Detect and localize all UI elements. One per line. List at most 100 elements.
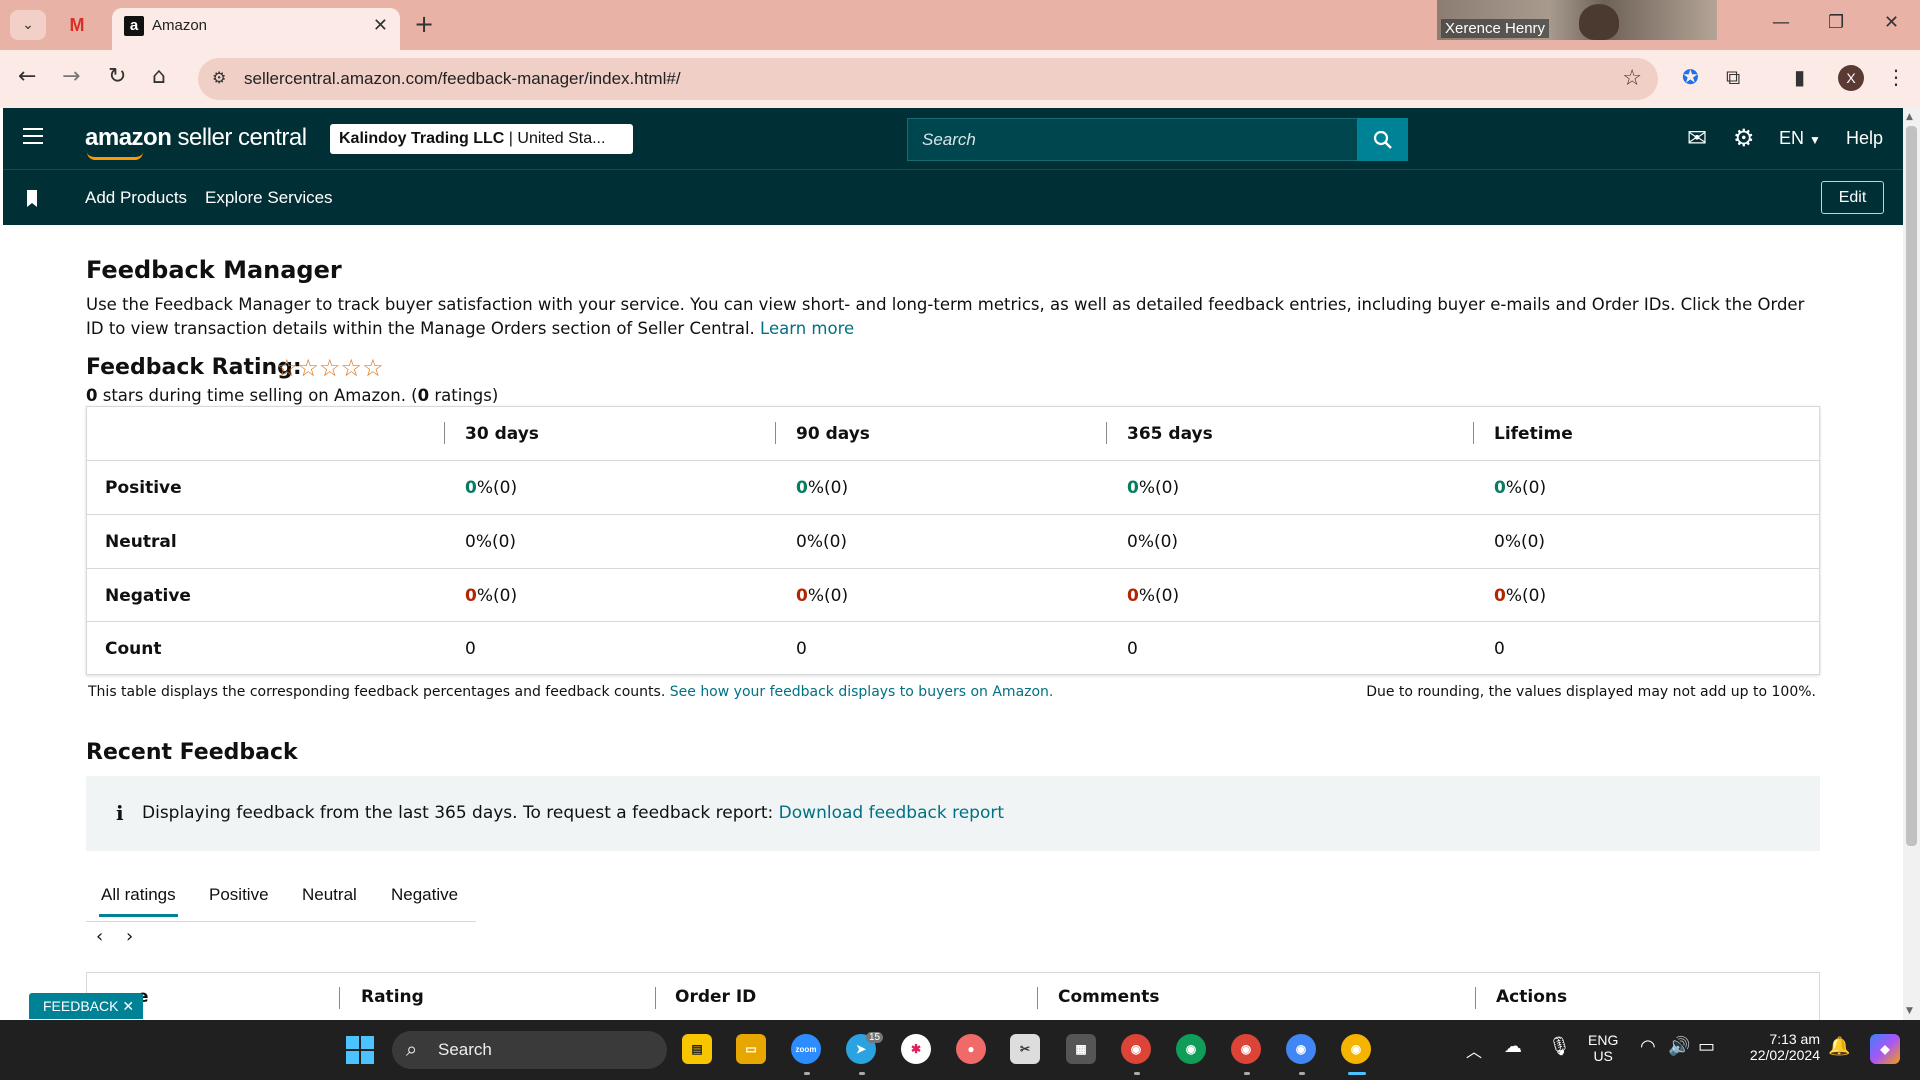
calculator-icon[interactable]: ▦: [1066, 1034, 1096, 1064]
logo-sub: seller central: [171, 124, 308, 151]
url-text[interactable]: sellercentral.amazon.com/feedback-manage…: [244, 69, 681, 89]
edit-nav-button[interactable]: Edit: [1821, 181, 1884, 214]
amazon-seller-central-logo[interactable]: amazon seller central: [85, 124, 307, 152]
windows-start-icon[interactable]: [346, 1036, 374, 1064]
clock[interactable]: 7:13 am 22/02/2024: [1740, 1031, 1820, 1063]
snipping-tool-icon[interactable]: ✂: [1010, 1034, 1040, 1064]
forward-arrow-icon[interactable]: →: [62, 64, 80, 89]
bookmark-icon[interactable]: [27, 190, 37, 207]
home-icon[interactable]: ⌂: [152, 64, 166, 89]
tab-close-icon[interactable]: ✕: [373, 15, 388, 36]
column-header-comments: Comments: [1058, 987, 1160, 1007]
intro-text: Use the Feedback Manager to track buyer …: [86, 293, 1826, 341]
table-header-row: 30 days 90 days 365 days Lifetime: [87, 407, 1819, 461]
table-row-count: Count 0 0 0 0: [87, 621, 1819, 675]
onedrive-cloud-icon[interactable]: ☁: [1504, 1036, 1522, 1057]
settings-gear-icon[interactable]: ⚙: [1733, 124, 1755, 152]
recent-feedback-table: e Rating Order ID Comments Actions: [86, 972, 1820, 1020]
value-suffix: %(0): [476, 477, 518, 498]
value: 0: [796, 531, 807, 552]
search-input[interactable]: [908, 119, 1362, 160]
tab-positive[interactable]: Positive: [209, 885, 269, 905]
value-suffix: %(0): [1505, 585, 1547, 606]
tab-negative[interactable]: Negative: [391, 885, 458, 905]
back-arrow-icon[interactable]: ←: [18, 64, 36, 89]
wifi-icon[interactable]: ◠: [1640, 1036, 1656, 1057]
chrome-profile-3-icon[interactable]: ◉: [1231, 1034, 1261, 1064]
running-indicator: [1244, 1072, 1250, 1075]
file-explorer-icon[interactable]: ▭: [736, 1034, 766, 1064]
window-close-icon[interactable]: ✕: [1884, 12, 1899, 33]
scrollbar-thumb[interactable]: [1906, 126, 1917, 846]
scroll-down-icon[interactable]: ▼: [1906, 1006, 1913, 1016]
value: 0: [465, 477, 477, 498]
extension-blue-icon[interactable]: ✪: [1682, 65, 1699, 89]
asana-icon[interactable]: ●: [956, 1034, 986, 1064]
gmail-tab-icon[interactable]: M: [64, 14, 90, 36]
extensions-puzzle-icon[interactable]: ⧉: [1726, 65, 1740, 89]
language-selector[interactable]: EN ▼: [1779, 128, 1821, 149]
learn-more-link[interactable]: Learn more: [760, 319, 854, 338]
tab-amazon[interactable]: a Amazon ✕: [112, 8, 400, 50]
value-suffix: %(0): [1505, 477, 1547, 498]
feedback-rating-label: Feedback Rating:: [86, 355, 302, 380]
battery-icon[interactable]: ▭: [1698, 1036, 1715, 1057]
microphone-icon[interactable]: 🎙: [1548, 1036, 1571, 1057]
zoom-icon[interactable]: zoom: [791, 1034, 821, 1064]
value: 0: [1127, 477, 1139, 498]
hamburger-menu-icon[interactable]: [23, 128, 43, 144]
reload-icon[interactable]: ↻: [108, 64, 126, 89]
pager-prev-icon[interactable]: ‹: [96, 926, 103, 947]
feedback-widget-button[interactable]: FEEDBACK ✕: [29, 993, 143, 1019]
scroll-up-icon[interactable]: ▲: [1906, 112, 1913, 122]
column-separator: [775, 422, 776, 444]
store-name: Kalindoy Trading LLC: [339, 130, 505, 147]
new-tab-plus-icon[interactable]: +: [414, 10, 434, 38]
telegram-badge: 15: [866, 1032, 884, 1043]
rating-filter-tabs: All ratings Positive Neutral Negative: [86, 868, 476, 922]
nav-explore-services[interactable]: Explore Services: [205, 188, 333, 208]
chrome-active-icon[interactable]: ◉: [1341, 1034, 1371, 1064]
tray-chevron-up-icon[interactable]: ︿: [1466, 1038, 1482, 1062]
side-panel-icon[interactable]: ▮: [1794, 65, 1805, 89]
feedback-display-link[interactable]: See how your feedback displays to buyers…: [670, 684, 1054, 700]
minimize-icon[interactable]: —: [1772, 12, 1790, 33]
chrome-profile-4-icon[interactable]: ◉: [1286, 1034, 1316, 1064]
caret-down-icon: ▼: [1809, 133, 1821, 147]
seller-central-header: amazon seller central Kalindoy Trading L…: [3, 108, 1903, 169]
volume-icon[interactable]: 🔊: [1668, 1036, 1690, 1057]
search-button[interactable]: [1357, 118, 1408, 161]
store-selector[interactable]: Kalindoy Trading LLC | United Sta...: [330, 124, 633, 154]
download-report-link[interactable]: Download feedback report: [779, 803, 1004, 823]
bookmark-star-icon[interactable]: ☆: [1622, 66, 1642, 91]
neutral-90-days: 0 %(0): [796, 515, 847, 568]
column-separator: [1106, 422, 1107, 444]
tab-neutral[interactable]: Neutral: [302, 885, 357, 905]
site-settings-icon[interactable]: ⚙: [212, 68, 226, 87]
copilot-icon[interactable]: ◆: [1870, 1034, 1900, 1064]
taskbar-search[interactable]: ⌕ Search: [392, 1031, 667, 1069]
slack-icon[interactable]: ✱: [901, 1034, 931, 1064]
column-header-lifetime: Lifetime: [1494, 424, 1573, 444]
profile-avatar[interactable]: X: [1838, 65, 1864, 91]
tab-search-chevron-icon[interactable]: ⌄: [10, 10, 46, 40]
nav-add-products[interactable]: Add Products: [85, 188, 187, 208]
chrome-profile-1-icon[interactable]: ◉: [1121, 1034, 1151, 1064]
column-separator: [444, 422, 445, 444]
sticky-notes-icon[interactable]: ▤: [682, 1034, 712, 1064]
omnibox[interactable]: ⚙ sellercentral.amazon.com/feedback-mana…: [198, 58, 1658, 100]
mail-icon[interactable]: ✉: [1687, 124, 1707, 152]
help-link[interactable]: Help: [1846, 128, 1883, 149]
table-row-positive: Positive 0 %(0) 0 %(0) 0 %(0) 0 %(0): [87, 460, 1819, 514]
positive-90-days: 0 %(0): [796, 461, 848, 514]
language-indicator[interactable]: ENG US: [1588, 1032, 1618, 1064]
column-separator: [339, 987, 340, 1009]
tab-all-ratings[interactable]: All ratings: [99, 885, 178, 917]
restore-icon[interactable]: ❐: [1828, 12, 1844, 33]
search-icon: [1373, 130, 1392, 149]
column-header-actions: Actions: [1496, 987, 1568, 1007]
browser-menu-icon[interactable]: ⋮: [1886, 65, 1906, 89]
chrome-profile-2-icon[interactable]: ◉: [1176, 1034, 1206, 1064]
notification-bell-icon[interactable]: 🔔: [1828, 1036, 1850, 1057]
pager-next-icon[interactable]: ›: [126, 926, 133, 947]
